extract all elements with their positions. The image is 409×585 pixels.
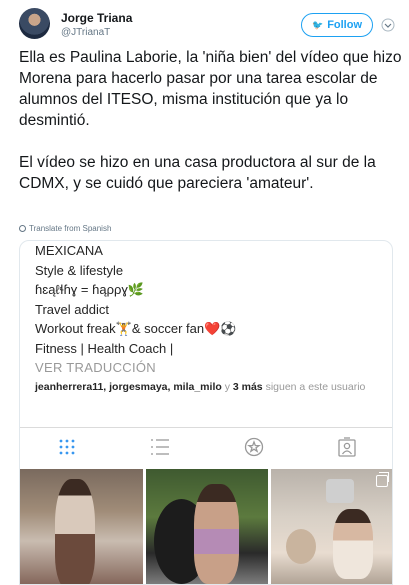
avatar[interactable] xyxy=(19,8,50,39)
tweet-text: Ella es Paulina Laborie, la 'niña bien' … xyxy=(19,47,404,215)
tweet-paragraph-1: Ella es Paulina Laborie, la 'niña bien' … xyxy=(19,49,406,129)
instagram-bio: MEXICANA Style & lifestyle ɦɛąℓɬɦɣ = ɦąρ… xyxy=(35,241,385,378)
bio-line: Travel addict xyxy=(35,301,109,317)
list-icon xyxy=(140,435,180,459)
follow-button[interactable]: 🐦 Follow xyxy=(301,13,373,37)
bio-line: ɦɛąℓɬɦɣ = ɦąρρɣ🌿 xyxy=(35,282,145,297)
multiple-photos-icon xyxy=(376,472,390,487)
grid-photo-2 xyxy=(145,469,269,584)
profile-tabs xyxy=(20,428,392,466)
globe-icon xyxy=(19,225,26,232)
saved-icon xyxy=(327,435,367,459)
bio-line: Fitness | Health Coach | xyxy=(35,340,174,356)
see-translation-link: VER TRADUCCIÓN xyxy=(35,360,156,375)
translate-label: Translate from Spanish xyxy=(29,224,112,233)
grid-icon xyxy=(47,435,87,459)
author-handle[interactable]: @JTrianaT xyxy=(61,27,110,38)
tagged-icon xyxy=(234,435,274,459)
follower-names: jeanherrera11, jorgesmaya, mila_milo xyxy=(35,381,222,393)
tweet-paragraph-2: El vídeo se hizo en una casa productora … xyxy=(19,154,381,192)
translate-link[interactable]: Translate from Spanish xyxy=(19,224,111,233)
followed-by-text: jeanherrera11, jorgesmaya, mila_milo y 3… xyxy=(35,380,385,394)
grid-photo-1 xyxy=(20,469,143,584)
grid-photo-3 xyxy=(271,469,392,584)
followers-more: 3 más xyxy=(232,381,263,393)
bio-line: Workout freak🏋️& soccer fan❤️⚽ xyxy=(35,321,237,336)
tweet-header: Jorge Triana @JTrianaT 🐦 Follow xyxy=(19,8,399,42)
follow-label: Follow xyxy=(327,19,363,31)
chevron-down-icon[interactable] xyxy=(381,18,395,32)
author-name[interactable]: Jorge Triana xyxy=(61,11,132,25)
followers-suffix: siguen a este usuario xyxy=(262,381,366,393)
bio-line: MEXICANA xyxy=(35,243,103,258)
bio-line: Style & lifestyle xyxy=(35,262,124,278)
bird-icon: 🐦 xyxy=(311,19,324,30)
tweet-image[interactable]: MEXICANA Style & lifestyle ɦɛąℓɬɦɣ = ɦąρ… xyxy=(19,240,393,585)
followers-connector: y xyxy=(221,381,233,393)
photo-grid xyxy=(20,469,392,584)
